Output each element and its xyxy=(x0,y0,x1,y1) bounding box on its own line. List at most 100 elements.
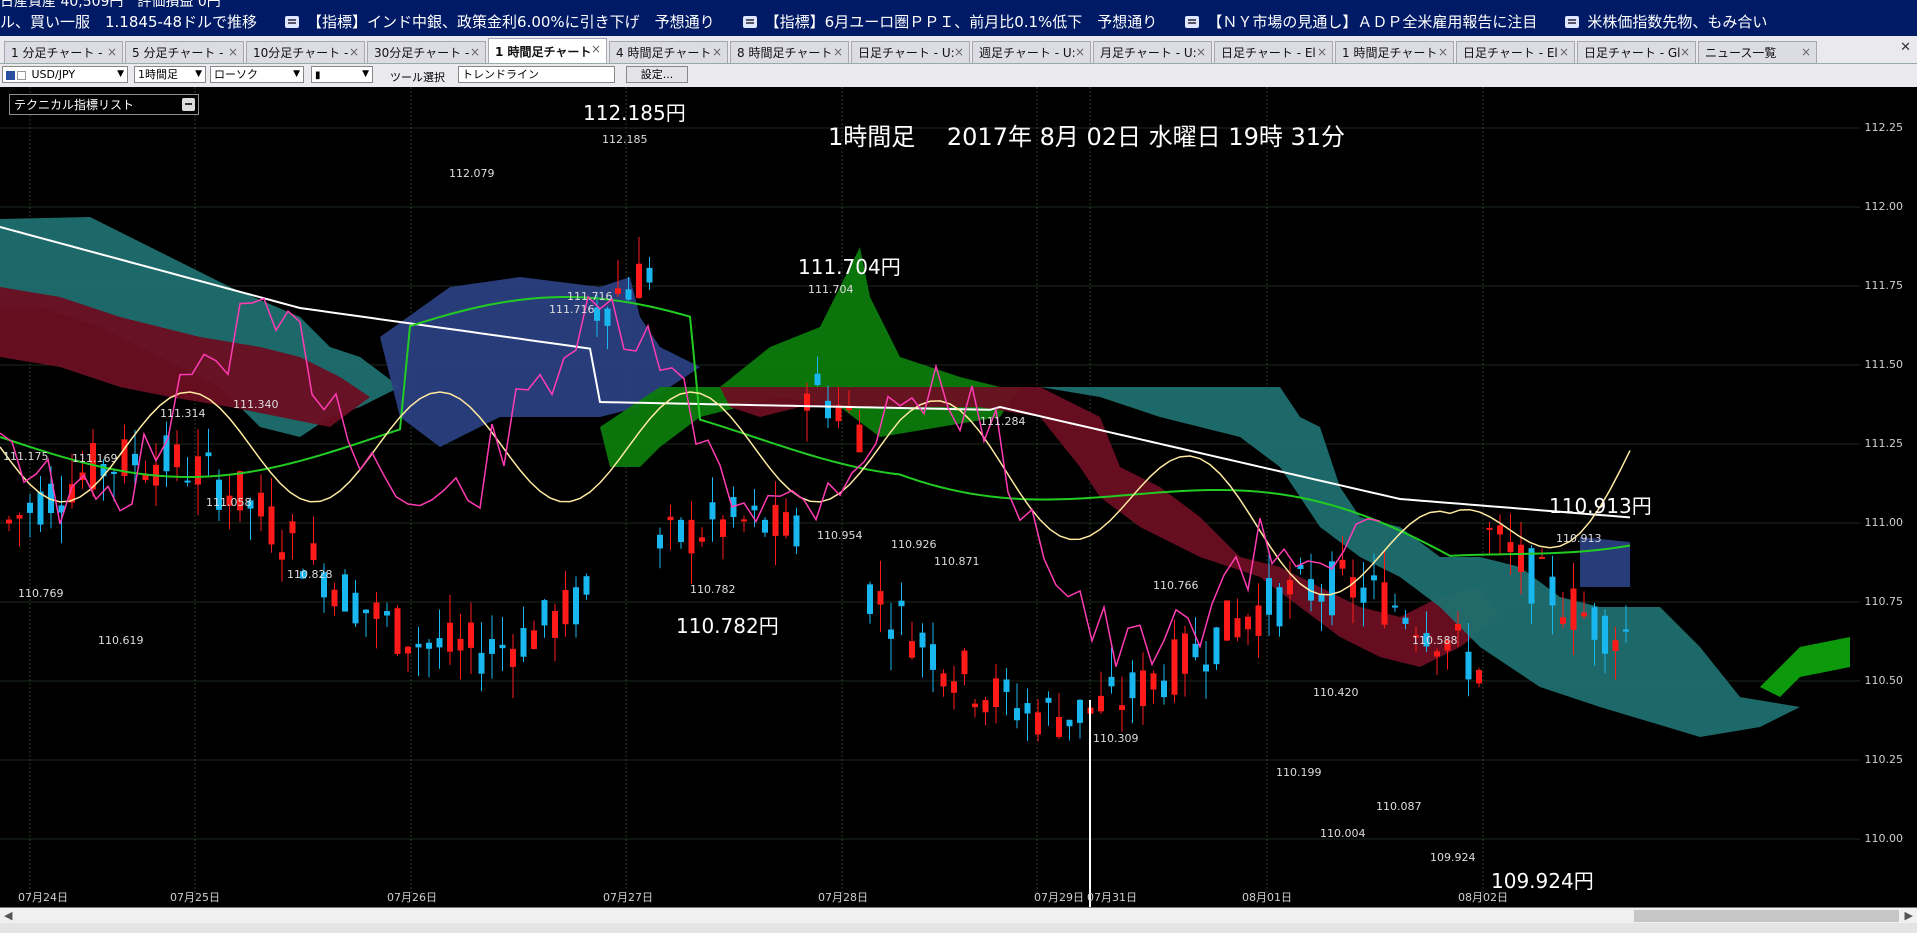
candle-body xyxy=(478,652,485,674)
price-point-label: 110.769 xyxy=(18,587,64,600)
scroll-left-icon[interactable]: ◀ xyxy=(4,909,12,922)
candle-body xyxy=(342,574,348,612)
candle-body xyxy=(1287,579,1293,595)
tab-chart[interactable]: 1 時間足チャート × xyxy=(488,38,607,63)
news-icon xyxy=(742,15,757,28)
candle-body xyxy=(804,393,810,411)
close-tab-icon[interactable]: × xyxy=(107,45,117,59)
candle-body xyxy=(1003,679,1010,692)
technical-indicator-list[interactable]: テクニカル指標リスト xyxy=(9,94,199,115)
candle-body xyxy=(741,519,747,522)
settings-button[interactable]: 設定... xyxy=(626,66,688,83)
candle-body xyxy=(1371,575,1377,581)
close-tab-icon[interactable]: × xyxy=(954,45,964,59)
symbol-select[interactable]: USD/JPY ▼ xyxy=(2,66,128,83)
tab-chart[interactable]: 週足チャート - U: × xyxy=(972,41,1091,63)
close-tab-icon[interactable]: × xyxy=(349,45,359,59)
timeframe-select[interactable]: 1時間足 ▼ xyxy=(134,66,206,83)
candle-body xyxy=(1486,527,1493,530)
close-tab-icon[interactable]: × xyxy=(1680,45,1690,59)
candle-body xyxy=(604,308,611,326)
close-tab-icon[interactable]: × xyxy=(833,45,843,59)
x-tick-label: 07月29日 xyxy=(1034,891,1084,904)
candle-body xyxy=(583,576,590,595)
close-tab-icon[interactable]: × xyxy=(712,45,722,59)
x-tick-label: 08月01日 xyxy=(1242,891,1292,904)
annotation-price: 110.913円 xyxy=(1549,494,1652,518)
candle-body xyxy=(1171,639,1178,695)
y-tick-label: 111.50 xyxy=(1864,358,1904,371)
tab-chart[interactable]: 1 分足チャート - × xyxy=(4,41,123,63)
ticker-item[interactable]: 【指標】6月ユーロ圏ＰＰＩ、前月比0.1%低下 予想通り xyxy=(742,11,1157,32)
close-tab-icon[interactable]: × xyxy=(1559,45,1569,59)
tab-chart[interactable]: 5 分足チャート - × xyxy=(125,41,244,63)
tool-select[interactable]: トレンドライン xyxy=(458,66,615,83)
minimize-icon[interactable] xyxy=(182,98,195,111)
candle-type-select[interactable]: ▮ ▼ xyxy=(311,66,373,83)
candle-body xyxy=(930,644,936,670)
candle-body xyxy=(1224,600,1230,641)
chart-style-select[interactable]: ローソク ▼ xyxy=(210,66,304,83)
tab-chart[interactable]: 日足チャート - Gl × xyxy=(1577,41,1696,63)
price-point-label: 110.619 xyxy=(98,634,144,647)
scroll-thumb[interactable] xyxy=(1634,910,1899,922)
candle-body xyxy=(1192,643,1199,658)
price-point-label: 111.058 xyxy=(206,496,252,509)
tab-chart[interactable]: 日足チャート - El × xyxy=(1214,41,1333,63)
candle-body xyxy=(268,506,275,545)
close-tab-icon[interactable]: × xyxy=(1317,45,1327,59)
tab-chart[interactable]: 30分足チャート - × xyxy=(367,41,486,63)
news-ticker[interactable]: 日産資産 40,509円 評価損益 0円 ル、買い一服 1.1845-48ドルで… xyxy=(0,0,1917,36)
ticker-item[interactable]: 【ＮＹ市場の見通し】ＡＤＰ全米雇用報告に注目 xyxy=(1185,11,1537,32)
candle-body xyxy=(636,263,642,298)
close-tab-icon[interactable]: × xyxy=(1801,45,1811,59)
candle-body xyxy=(625,289,632,300)
annotation-high: 112.185円 xyxy=(583,101,686,125)
candle-body xyxy=(531,630,537,650)
y-tick-label: 111.25 xyxy=(1864,437,1904,450)
scroll-right-icon[interactable]: ▶ xyxy=(1905,909,1913,922)
close-tab-icon[interactable]: × xyxy=(1075,45,1085,59)
tab-chart[interactable]: 8 時間足チャート × xyxy=(730,41,849,63)
ticker-item[interactable]: ル、買い一服 1.1845-48ドルで推移 xyxy=(0,11,257,32)
price-point-label: 109.924 xyxy=(1430,851,1476,864)
y-tick-label: 111.00 xyxy=(1864,516,1904,529)
tab-chart[interactable]: 4 時間足チャート × xyxy=(609,41,728,63)
candle-body xyxy=(1497,525,1503,535)
y-tick-label: 110.25 xyxy=(1864,753,1904,766)
candle-body xyxy=(1539,556,1545,559)
price-point-label: 110.782 xyxy=(690,583,736,596)
candle-body xyxy=(1140,670,1146,707)
candle-body xyxy=(415,643,422,648)
tab-chart[interactable]: ニュース一覧 × xyxy=(1698,41,1817,63)
candle-body xyxy=(1035,712,1041,735)
x-tick-label: 07月24日 xyxy=(18,891,68,904)
ticker-item[interactable]: 【指標】インド中銀、政策金利6.00%に引き下げ 予想通り xyxy=(285,11,715,32)
close-tab-icon[interactable]: × xyxy=(1438,45,1448,59)
tab-chart[interactable]: 日足チャート - El × xyxy=(1456,41,1575,63)
close-all-icon[interactable]: ✕ xyxy=(1900,40,1911,55)
tab-chart[interactable]: 月足チャート - U: × xyxy=(1093,41,1212,63)
tool-label: ツール選択 xyxy=(390,71,445,84)
candle-body xyxy=(1623,629,1629,632)
candle-body xyxy=(1024,703,1031,714)
candle-body xyxy=(184,480,191,483)
price-point-label: 110.199 xyxy=(1276,766,1322,779)
candle-body xyxy=(1612,640,1619,652)
tab-chart[interactable]: 1 時間足チャート × xyxy=(1335,41,1454,63)
candle-body xyxy=(888,629,894,639)
candle-body xyxy=(1014,708,1020,721)
close-tab-icon[interactable]: × xyxy=(228,45,238,59)
chart-toolbar: USD/JPY ▼ 1時間足 ▼ ローソク ▼ ▮ ▼ ツール選択 トレンドライン 設定… xyxy=(0,64,1917,88)
close-tab-icon[interactable]: × xyxy=(591,42,601,56)
tab-chart[interactable]: 日足チャート - U: × xyxy=(851,41,970,63)
candle-body xyxy=(1549,576,1556,606)
horizontal-scrollbar[interactable]: ◀ ▶ xyxy=(0,907,1917,924)
tab-chart[interactable]: 10分足チャート - × xyxy=(246,41,365,63)
account-summary: 日産資産 40,509円 評価損益 0円 xyxy=(0,0,221,10)
ticker-item[interactable]: 米株価指数先物、もみ合い xyxy=(1565,11,1767,32)
close-tab-icon[interactable]: × xyxy=(470,45,480,59)
close-tab-icon[interactable]: × xyxy=(1196,45,1206,59)
price-point-label: 112.079 xyxy=(449,167,495,180)
y-tick-label: 110.75 xyxy=(1864,595,1904,608)
